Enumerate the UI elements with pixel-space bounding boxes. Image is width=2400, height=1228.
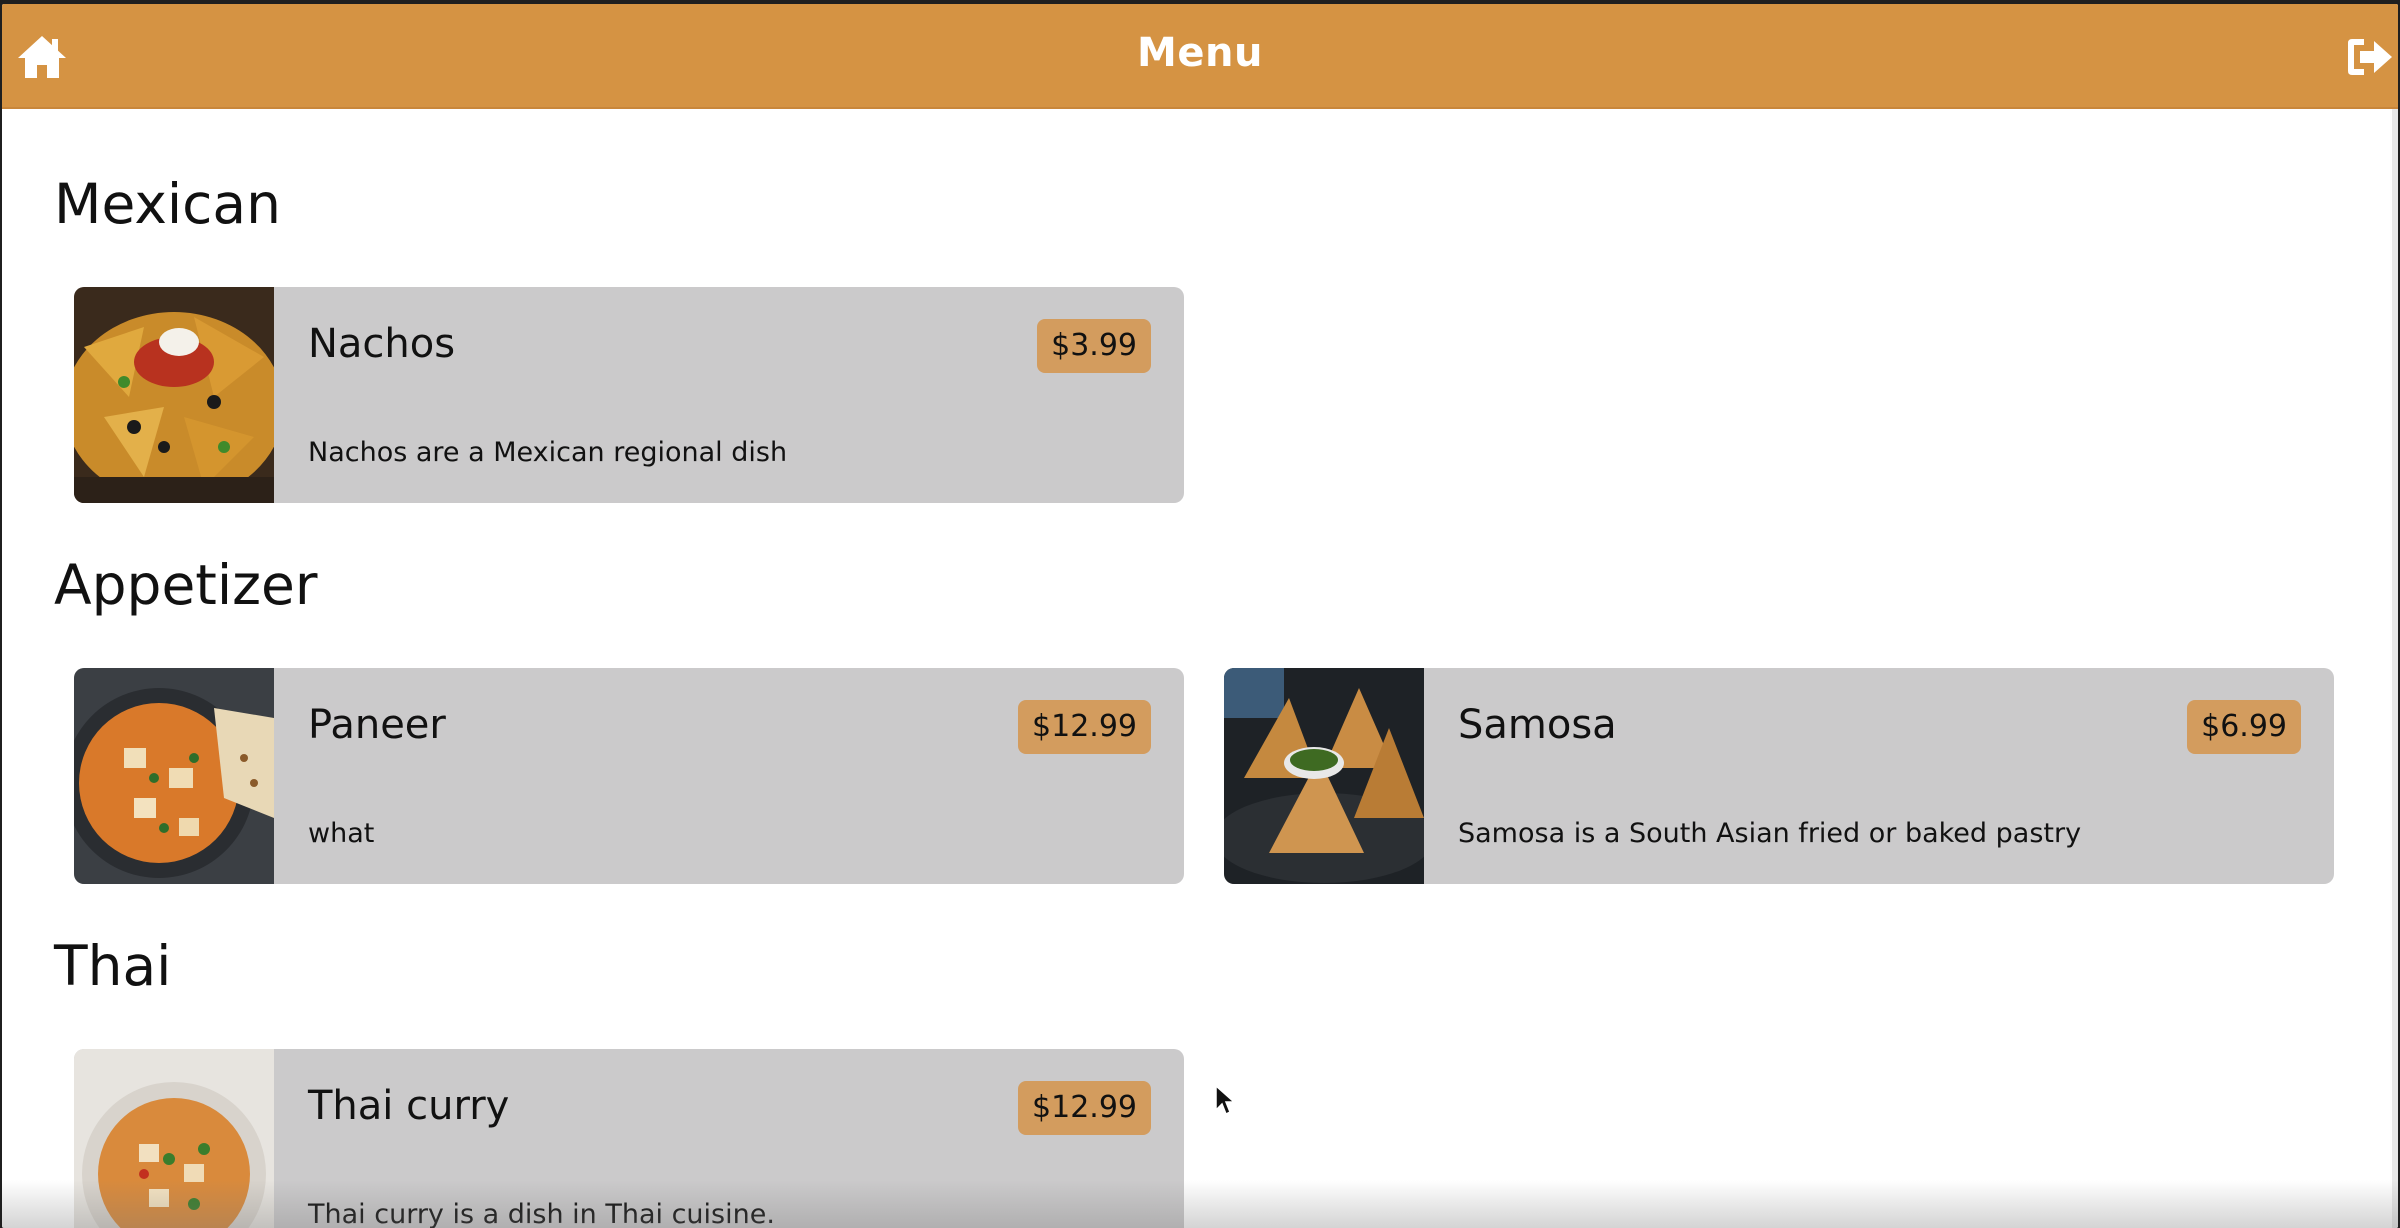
price-badge: $3.99: [1037, 319, 1151, 373]
page-title: Menu: [1137, 30, 1263, 76]
section-title-thai: Thai: [54, 934, 172, 998]
menu-item-card[interactable]: Thai curry $12.99 Thai curry is a dish i…: [74, 1049, 1184, 1228]
item-description: Samosa is a South Asian fried or baked p…: [1458, 818, 2082, 849]
price-badge: $6.99: [2187, 700, 2301, 754]
price-badge: $12.99: [1018, 700, 1151, 754]
scrollbar-track[interactable]: [2392, 109, 2398, 1228]
item-name: Nachos: [308, 321, 456, 367]
nachos-photo: [74, 287, 274, 503]
samosa-photo: [1224, 668, 1424, 884]
mouse-cursor-icon: [1215, 1084, 1236, 1116]
sign-out-icon: [2348, 39, 2392, 75]
logout-button[interactable]: [2346, 35, 2394, 79]
item-name: Samosa: [1458, 702, 1617, 748]
item-description: Thai curry is a dish in Thai cuisine.: [308, 1199, 775, 1228]
item-description: what: [308, 818, 375, 849]
top-nav-bar: Menu: [2, 4, 2398, 109]
paneer-curry-photo: [74, 668, 274, 884]
price-badge: $12.99: [1018, 1081, 1151, 1135]
section-title-appetizer: Appetizer: [54, 553, 318, 617]
item-name: Paneer: [308, 702, 446, 748]
item-name: Thai curry: [308, 1083, 510, 1129]
app-window: Menu Mexican Nachos $3.99 Nachos are a M…: [2, 4, 2398, 1228]
thai-curry-photo: [74, 1049, 274, 1228]
menu-item-card[interactable]: Samosa $6.99 Samosa is a South Asian fri…: [1224, 668, 2334, 884]
menu-item-card[interactable]: Paneer $12.99 what: [74, 668, 1184, 884]
menu-item-card[interactable]: Nachos $3.99 Nachos are a Mexican region…: [74, 287, 1184, 503]
item-description: Nachos are a Mexican regional dish: [308, 437, 788, 468]
section-title-mexican: Mexican: [54, 172, 281, 236]
